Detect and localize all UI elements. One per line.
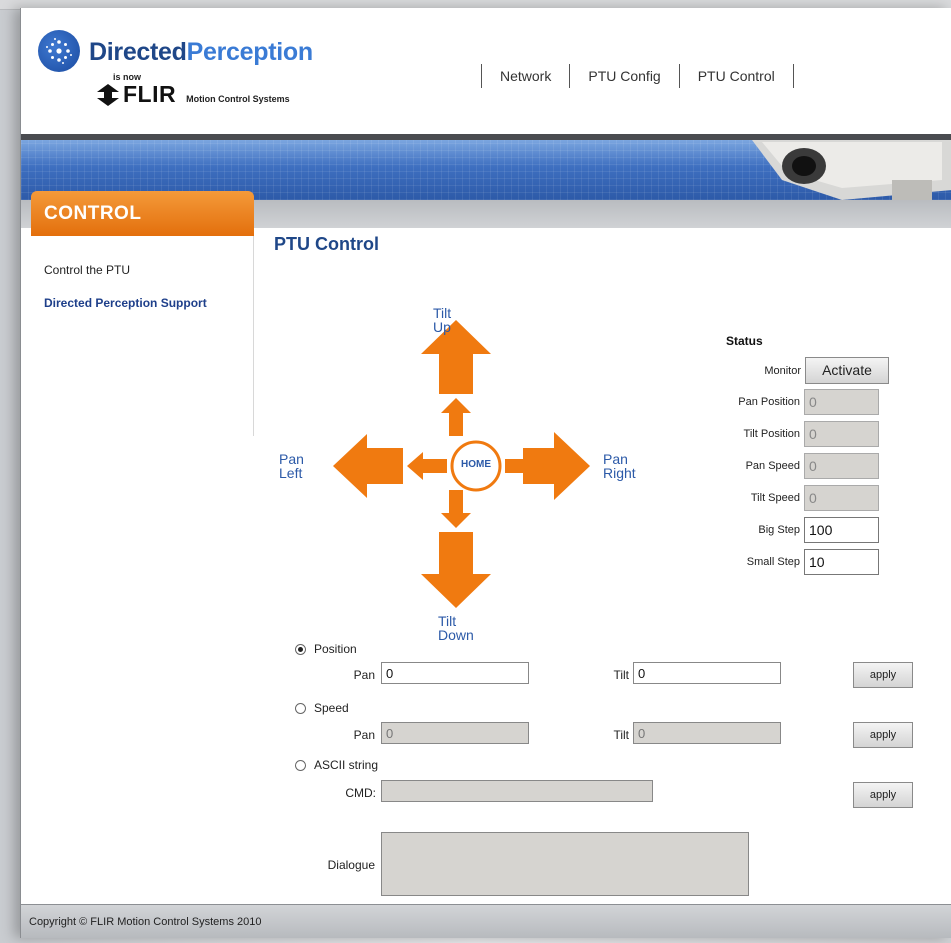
ascii-radio[interactable]	[295, 759, 306, 771]
tilt-up-big-arrow-icon[interactable]	[421, 320, 491, 394]
pan-right-label[interactable]: Pan Right	[603, 452, 636, 480]
pan-speed-label: Pan Speed	[745, 460, 800, 472]
pan-left-label-line1: Pan	[279, 451, 304, 467]
nav-network[interactable]: Network	[482, 68, 569, 84]
top-navigation: Network PTU Config PTU Control	[481, 64, 794, 88]
dpad-arrows	[333, 320, 590, 608]
pan-position-field[interactable]	[804, 389, 879, 415]
site-header: DirectedPerception is now FLIR Motion Co…	[21, 8, 951, 134]
camera-image	[752, 140, 951, 200]
speed-radio-row: Speed	[295, 701, 349, 715]
pan-left-big-arrow-icon[interactable]	[333, 434, 403, 498]
small-step-input[interactable]	[804, 549, 879, 575]
activate-button[interactable]: Activate	[805, 357, 889, 384]
monitor-row: Monitor Activate	[681, 357, 889, 384]
position-tilt-input[interactable]	[633, 662, 781, 684]
tilt-speed-label: Tilt Speed	[750, 492, 800, 504]
small-step-row: Small Step	[705, 549, 879, 575]
speed-pan-label: Pan	[353, 728, 375, 742]
cmd-input[interactable]	[381, 780, 653, 802]
pan-speed-field[interactable]	[804, 453, 879, 479]
brand-part2: Perception	[186, 38, 314, 66]
big-step-row: Big Step	[705, 517, 879, 543]
big-step-input[interactable]	[804, 517, 879, 543]
position-radio-row: Position	[295, 642, 357, 656]
nav-divider	[792, 64, 794, 88]
ascii-radio-row: ASCII string	[295, 758, 378, 772]
home-label[interactable]: HOME	[452, 459, 500, 470]
tilt-down-big-arrow-icon[interactable]	[421, 532, 491, 608]
position-pan-input[interactable]	[381, 662, 529, 684]
speed-radio[interactable]	[295, 702, 306, 714]
tilt-position-field[interactable]	[804, 421, 879, 447]
tilt-position-label: Tilt Position	[743, 428, 800, 440]
pan-left-label[interactable]: Pan Left	[279, 452, 304, 480]
position-tilt-label: Tilt	[613, 668, 629, 682]
sidebar-item-control-ptu[interactable]: Control the PTU	[44, 263, 130, 277]
speed-tilt-input[interactable]	[633, 722, 781, 744]
nav-ptu-config[interactable]: PTU Config	[570, 68, 678, 84]
tilt-down-label[interactable]: Tilt Down	[438, 614, 474, 642]
tilt-up-small-arrow-icon[interactable]	[441, 398, 471, 436]
position-apply-button[interactable]: apply	[853, 662, 913, 688]
position-radio[interactable]	[295, 643, 306, 655]
footer: Copyright © FLIR Motion Control Systems …	[21, 904, 951, 938]
page-frame: DirectedPerception is now FLIR Motion Co…	[20, 8, 951, 938]
dialogue-label: Dialogue	[327, 858, 375, 872]
pan-right-label-line2: Right	[603, 465, 636, 481]
ascii-radio-label: ASCII string	[314, 758, 379, 772]
pan-speed-row: Pan Speed	[705, 453, 879, 479]
sidebar: Control the PTU Directed Perception Supp…	[31, 236, 254, 436]
brand-part1: Directed	[89, 38, 187, 66]
status-title: Status	[726, 334, 763, 348]
pan-left-label-line2: Left	[279, 465, 303, 481]
nav-ptu-control[interactable]: PTU Control	[680, 68, 793, 84]
flir-logo: FLIR Motion Control Systems	[97, 81, 290, 108]
big-step-label: Big Step	[758, 524, 800, 536]
flir-text: FLIR	[123, 81, 177, 107]
pan-right-label-line1: Pan	[603, 451, 628, 467]
flir-subtitle: Motion Control Systems	[186, 93, 290, 104]
speed-apply-button[interactable]: apply	[853, 722, 913, 748]
pan-left-small-arrow-icon[interactable]	[407, 452, 447, 480]
copyright-text: Copyright © FLIR Motion Control Systems …	[29, 916, 262, 928]
small-step-label: Small Step	[746, 556, 800, 568]
brand-name: DirectedPerception	[89, 38, 313, 67]
control-tab: CONTROL	[31, 191, 254, 236]
tilt-up-label[interactable]: Tilt Up	[433, 306, 451, 334]
sidebar-item-support[interactable]: Directed Perception Support	[44, 296, 207, 310]
tilt-speed-field[interactable]	[804, 485, 879, 511]
position-radio-label: Position	[314, 642, 357, 656]
pan-position-label: Pan Position	[738, 396, 800, 408]
pan-position-row: Pan Position	[705, 389, 879, 415]
monitor-label: Monitor	[764, 364, 801, 377]
dialogue-textarea[interactable]	[381, 832, 749, 896]
tilt-speed-row: Tilt Speed	[705, 485, 879, 511]
cmd-label: CMD:	[345, 786, 376, 800]
speed-tilt-label: Tilt	[613, 728, 629, 742]
position-pan-label: Pan	[353, 668, 375, 682]
directed-perception-logo-icon	[38, 30, 80, 72]
page-title: PTU Control	[274, 234, 379, 254]
speed-radio-label: Speed	[314, 701, 349, 715]
speed-pan-input[interactable]	[381, 722, 529, 744]
flir-logo-icon	[97, 83, 119, 106]
ascii-apply-button[interactable]: apply	[853, 782, 913, 808]
tilt-position-row: Tilt Position	[705, 421, 879, 447]
tilt-down-small-arrow-icon[interactable]	[441, 490, 471, 528]
